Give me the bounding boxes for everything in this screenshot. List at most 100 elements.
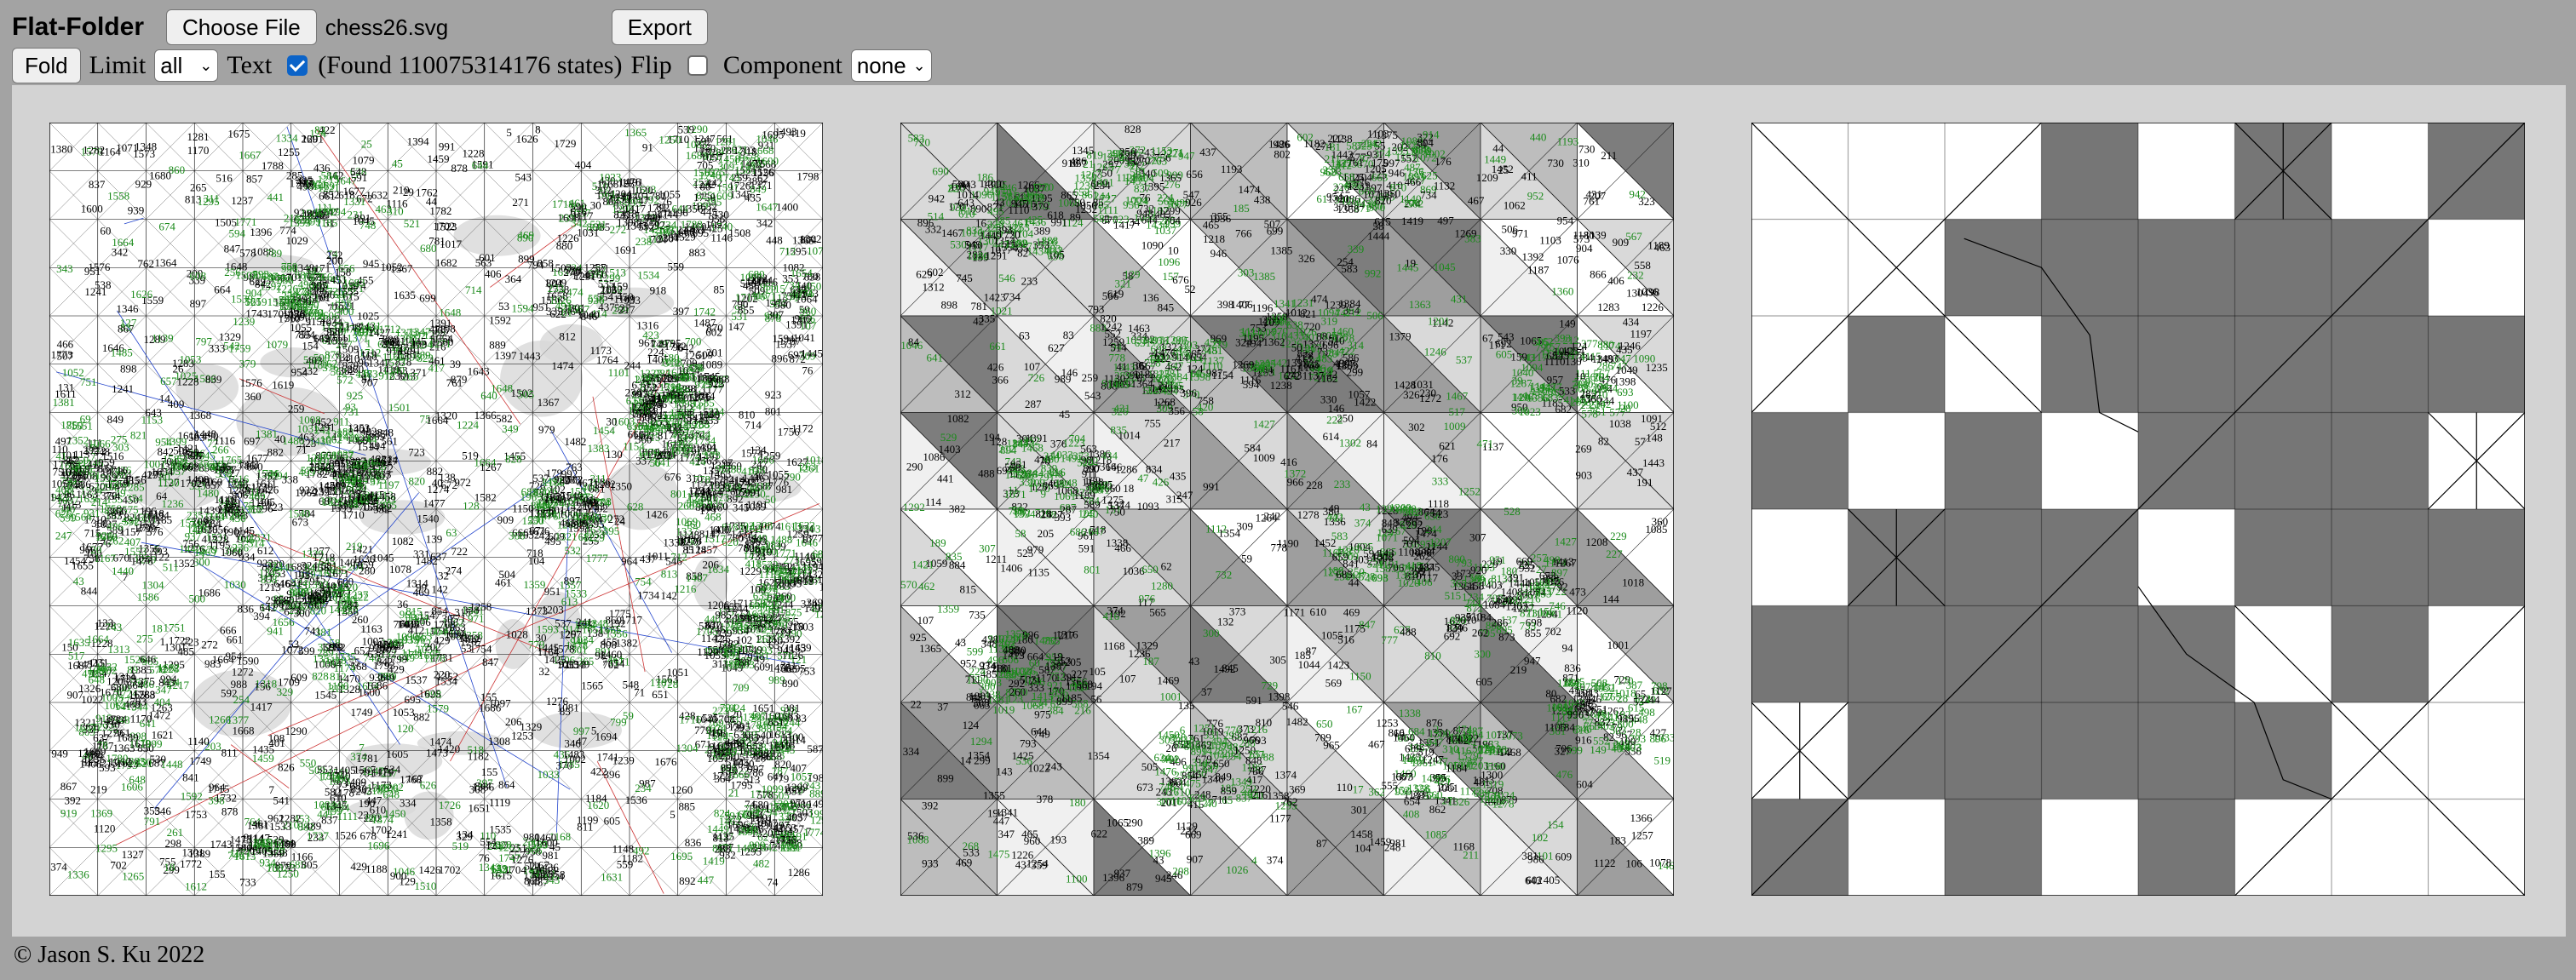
svg-text:219: 219: [1510, 663, 1527, 676]
svg-text:1045: 1045: [1434, 261, 1456, 273]
component-select[interactable]: none ⌄: [850, 49, 932, 82]
folded-state-panel[interactable]: 833 329 185 830 698 611 1016 105 530 890 945 1436 93…: [900, 123, 1674, 896]
svg-text:724: 724: [1132, 195, 1149, 208]
svg-text:1078: 1078: [1649, 856, 1671, 868]
svg-text:1267: 1267: [1555, 556, 1578, 569]
export-button[interactable]: Export: [611, 9, 708, 45]
svg-text:1463: 1463: [1128, 322, 1150, 335]
svg-text:234: 234: [645, 392, 662, 404]
svg-text:946: 946: [1210, 247, 1228, 260]
svg-text:235: 235: [309, 460, 326, 473]
svg-text:1286: 1286: [1115, 462, 1137, 475]
svg-text:1380: 1380: [50, 143, 72, 156]
svg-text:497: 497: [1437, 214, 1454, 226]
svg-text:132: 132: [1217, 615, 1234, 628]
svg-text:1236: 1236: [1128, 647, 1151, 660]
svg-text:1127: 1127: [1650, 685, 1672, 697]
svg-text:488: 488: [1400, 625, 1417, 638]
svg-text:1018: 1018: [1622, 576, 1644, 588]
svg-text:159: 159: [612, 279, 629, 292]
svg-text:1062: 1062: [104, 699, 126, 712]
flip-checkbox[interactable]: [687, 55, 708, 76]
svg-text:1460: 1460: [600, 648, 622, 661]
svg-text:1042: 1042: [1553, 345, 1575, 358]
svg-text:683: 683: [1542, 392, 1559, 404]
svg-text:1116: 1116: [1239, 373, 1262, 386]
svg-text:229: 229: [1610, 530, 1627, 542]
svg-text:1788: 1788: [681, 218, 703, 231]
svg-text:1381: 1381: [247, 819, 269, 832]
svg-text:1001: 1001: [1607, 639, 1630, 651]
svg-text:511: 511: [163, 561, 179, 574]
svg-text:757: 757: [794, 801, 811, 814]
svg-text:405: 405: [1544, 874, 1561, 886]
svg-text:966: 966: [1243, 733, 1260, 746]
svg-text:951: 951: [544, 585, 561, 598]
svg-text:620: 620: [722, 536, 739, 548]
svg-text:1705: 1705: [696, 625, 718, 638]
svg-text:1702: 1702: [180, 477, 202, 490]
svg-text:441: 441: [937, 473, 954, 485]
svg-text:1389: 1389: [188, 847, 210, 860]
svg-text:319: 319: [1321, 315, 1338, 328]
fold-button[interactable]: Fold: [12, 48, 81, 83]
text-checkbox[interactable]: [287, 55, 308, 76]
svg-text:1534: 1534: [637, 269, 660, 282]
limit-select[interactable]: all ⌄: [154, 49, 219, 82]
svg-text:486: 486: [1070, 154, 1087, 167]
svg-text:234: 234: [635, 782, 652, 794]
svg-text:1526: 1526: [335, 828, 358, 841]
svg-text:800: 800: [1448, 553, 1465, 565]
svg-text:1026: 1026: [549, 294, 572, 307]
svg-text:1480: 1480: [282, 434, 304, 447]
svg-text:251: 251: [510, 842, 527, 855]
svg-text:1625: 1625: [419, 687, 441, 700]
svg-text:839: 839: [205, 373, 221, 386]
svg-text:555: 555: [1382, 779, 1399, 792]
svg-text:1145: 1145: [233, 524, 255, 536]
svg-text:1600: 1600: [81, 202, 103, 215]
svg-text:399: 399: [1409, 565, 1426, 577]
svg-text:85: 85: [713, 283, 724, 295]
svg-text:1092: 1092: [313, 205, 336, 218]
svg-text:1052: 1052: [381, 261, 403, 273]
svg-text:201: 201: [706, 347, 723, 359]
svg-text:768: 768: [726, 616, 743, 628]
svg-text:847: 847: [482, 656, 499, 668]
svg-text:124: 124: [963, 719, 980, 731]
choose-file-button[interactable]: Choose File: [166, 9, 317, 45]
svg-text:45: 45: [392, 158, 403, 170]
svg-text:43: 43: [1153, 854, 1164, 867]
crease-pattern-panel[interactable]: 1594 449 1317 943 1230 54 657 622 563 723 726 57 161…: [49, 123, 823, 896]
svg-text:1694: 1694: [595, 731, 618, 743]
svg-text:411: 411: [1521, 169, 1537, 182]
svg-text:406: 406: [485, 267, 502, 280]
component-select-value: none: [856, 52, 906, 78]
svg-text:1250: 1250: [658, 134, 681, 146]
svg-text:838: 838: [1490, 743, 1507, 756]
final-state-panel[interactable]: [1751, 123, 2525, 896]
svg-text:59: 59: [1241, 553, 1252, 565]
svg-text:880: 880: [556, 239, 573, 252]
svg-text:303: 303: [112, 440, 129, 453]
svg-text:1417: 1417: [250, 700, 273, 713]
svg-text:544: 544: [1186, 352, 1203, 365]
svg-text:1009: 1009: [1253, 451, 1275, 464]
svg-text:1449: 1449: [329, 603, 351, 616]
svg-text:1366: 1366: [1630, 811, 1653, 824]
svg-text:129: 129: [399, 874, 416, 887]
svg-text:1071: 1071: [1004, 488, 1026, 501]
svg-text:1257: 1257: [1631, 829, 1654, 842]
svg-text:810: 810: [1424, 649, 1441, 662]
svg-text:651: 651: [652, 688, 669, 701]
svg-text:615: 615: [1576, 700, 1593, 713]
svg-text:1474: 1474: [551, 359, 574, 372]
svg-text:941: 941: [267, 625, 284, 638]
svg-text:373: 373: [1238, 722, 1255, 735]
svg-text:947: 947: [354, 324, 371, 337]
svg-text:600: 600: [765, 562, 782, 575]
svg-text:1362: 1362: [356, 490, 378, 503]
svg-text:650: 650: [1141, 563, 1159, 576]
svg-text:139: 139: [426, 533, 443, 546]
svg-text:1053: 1053: [1125, 334, 1147, 347]
